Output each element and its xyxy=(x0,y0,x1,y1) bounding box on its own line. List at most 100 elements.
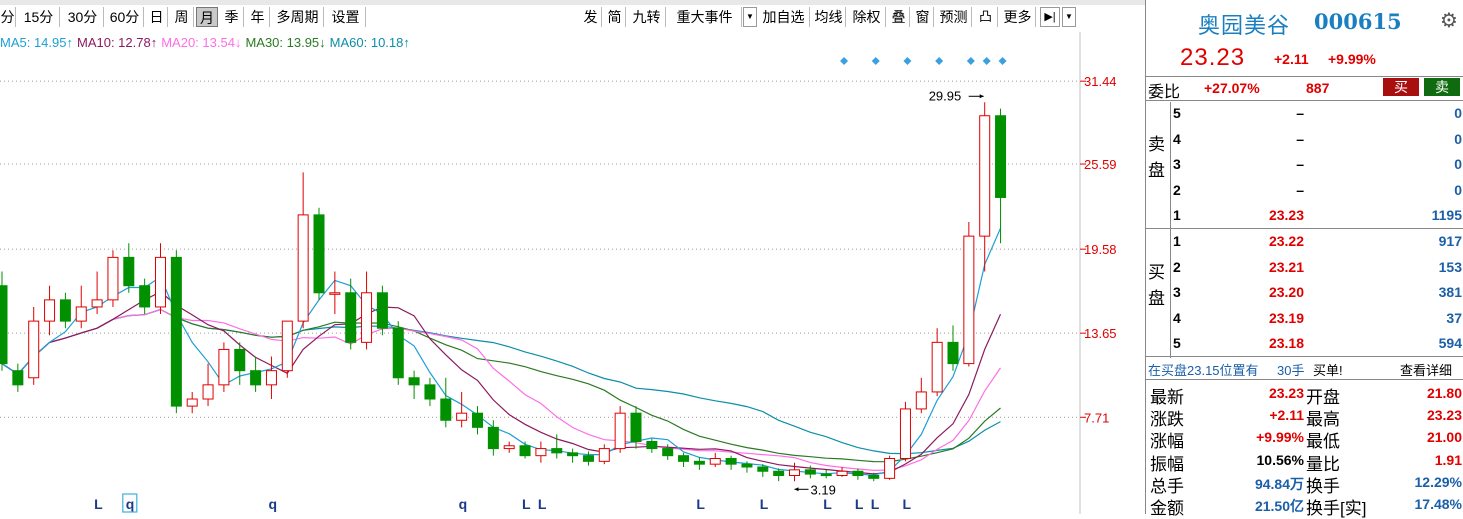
event-marker: q xyxy=(268,496,277,512)
event-marker: L xyxy=(760,496,769,512)
book-volume: 37 xyxy=(1446,309,1462,326)
sell-button[interactable]: 卖 xyxy=(1424,78,1460,96)
period-tab-1[interactable]: 15分 xyxy=(18,7,60,27)
candle-body xyxy=(345,292,357,343)
tool-button-6[interactable]: 除权 xyxy=(848,7,886,27)
chart-toolbar: 分 15分 30分 60分日周月季年多周期 设置 发简九转 重大事件 加自选 均线 除权叠窗预测凸… xyxy=(0,5,1082,29)
buy-button[interactable]: 买 xyxy=(1383,78,1419,96)
tool-button-8[interactable]: 窗 xyxy=(912,7,934,27)
diamond-icon xyxy=(966,57,975,65)
period-tab-0[interactable]: 分 xyxy=(0,7,16,27)
book-level: 1 xyxy=(1173,207,1181,224)
period-tab-7[interactable]: 季 xyxy=(220,7,244,27)
event-marker: L xyxy=(871,496,880,512)
candle-body xyxy=(551,448,563,454)
period-tab-10[interactable]: 设置 xyxy=(326,7,366,27)
gear-icon[interactable]: ⚙ xyxy=(1440,8,1458,33)
stat-label: 金额 xyxy=(1150,499,1184,518)
diamond-icon xyxy=(982,57,991,65)
candle-body xyxy=(376,292,388,329)
book-row: 2 – 0 xyxy=(1146,179,1463,203)
diamond-icon xyxy=(935,57,944,65)
tool-button-3[interactable]: 重大事件 xyxy=(668,7,742,27)
price-axis-label: 13.65 xyxy=(1084,326,1117,341)
period-tab-2[interactable]: 30分 xyxy=(62,7,104,27)
diamond-icon xyxy=(903,57,912,65)
stock-code: 000615 xyxy=(1314,9,1402,34)
book-price: – xyxy=(1296,105,1304,121)
candle-body xyxy=(170,256,182,407)
stats-row: 振幅 10.56% 量比 1.91 xyxy=(1146,449,1463,474)
chevron-down-icon[interactable]: ▼ xyxy=(1062,7,1076,27)
ma-line-ma30 xyxy=(1,308,1001,463)
candle-body xyxy=(250,370,262,386)
period-tab-5[interactable]: 周 xyxy=(170,7,194,27)
candle-body xyxy=(424,384,436,400)
book-level: 5 xyxy=(1173,335,1181,352)
book-price: 23.21 xyxy=(1268,258,1304,275)
book-volume: 381 xyxy=(1438,284,1462,301)
ticker-qty: 30手 xyxy=(1277,363,1305,378)
candle-body xyxy=(519,445,531,457)
candle-body xyxy=(329,292,341,295)
chevron-down-icon[interactable]: ▼ xyxy=(743,7,757,27)
ma-line-ma60 xyxy=(1,308,1001,455)
candle-body xyxy=(598,448,610,462)
candle-body xyxy=(899,408,911,460)
last-price: 23.23 xyxy=(1180,44,1246,71)
book-level: 4 xyxy=(1173,130,1181,147)
tool-button-0[interactable]: 发 xyxy=(580,7,602,27)
jump-end-icon[interactable]: ▶| xyxy=(1040,7,1060,27)
book-level: 5 xyxy=(1173,105,1181,121)
buy-book-label: 买 xyxy=(1148,263,1165,282)
kline-chart[interactable]: 31.4425.5919.5813.657.7129.953.19L q q q L L L… xyxy=(0,32,1145,514)
tool-button-9[interactable]: 预测 xyxy=(936,7,972,27)
book-level: 4 xyxy=(1173,309,1181,326)
tool-button-4[interactable]: 加自选 xyxy=(758,7,810,27)
book-level: 2 xyxy=(1173,258,1181,275)
stat-value: 21.50亿 xyxy=(1254,498,1304,514)
tool-button-2[interactable]: 九转 xyxy=(628,7,666,27)
tool-button-7[interactable]: 叠 xyxy=(888,7,910,27)
divider xyxy=(1146,228,1463,229)
book-separator xyxy=(1170,230,1171,358)
period-tab-8[interactable]: 年 xyxy=(246,7,270,27)
period-tab-4[interactable]: 日 xyxy=(146,7,168,27)
ticker-detail-link[interactable]: 查看详细 xyxy=(1400,360,1453,380)
period-tab-3[interactable]: 60分 xyxy=(106,7,144,27)
tool-button-1[interactable]: 简 xyxy=(604,7,626,27)
book-volume: 153 xyxy=(1438,258,1462,275)
candle-body xyxy=(582,455,594,462)
stats-row: 涨跌 +2.11 最高 23.23 xyxy=(1146,404,1463,429)
divider xyxy=(1146,100,1463,101)
square-bracket-icon[interactable]: 凸 xyxy=(974,7,998,27)
stat-value: +9.99% xyxy=(1256,429,1304,446)
event-marker: L xyxy=(823,496,832,512)
candle-body xyxy=(155,256,166,308)
candle-body xyxy=(868,475,880,479)
candle-body xyxy=(757,466,769,472)
sell-book-label: 盘 xyxy=(1148,161,1165,180)
candle-body xyxy=(12,370,24,386)
tool-button-11[interactable]: 更多 xyxy=(1000,7,1036,27)
candle-body xyxy=(440,398,452,421)
candle-body xyxy=(995,115,1007,198)
book-row: 3 23.20 381 xyxy=(1146,281,1463,305)
diamond-icon xyxy=(998,57,1007,65)
candle-body xyxy=(630,412,642,443)
candle-body xyxy=(456,412,468,421)
event-marker: L xyxy=(522,496,531,512)
book-row: 1 23.23 1195 xyxy=(1146,204,1463,228)
book-row: 4 – 0 xyxy=(1146,128,1463,152)
stat-value: 12.29% xyxy=(1414,473,1462,490)
buy-book-label: 盘 xyxy=(1148,289,1165,308)
diamond-icon xyxy=(840,57,849,65)
candle-body xyxy=(741,463,753,468)
candle-body xyxy=(44,299,56,322)
tool-button-5[interactable]: 均线 xyxy=(812,7,846,27)
candle-body xyxy=(107,256,119,301)
candle-body xyxy=(281,320,293,372)
period-tab-6[interactable]: 月 xyxy=(196,7,218,27)
period-tab-9[interactable]: 多周期 xyxy=(272,7,324,27)
candle-body xyxy=(265,370,277,386)
